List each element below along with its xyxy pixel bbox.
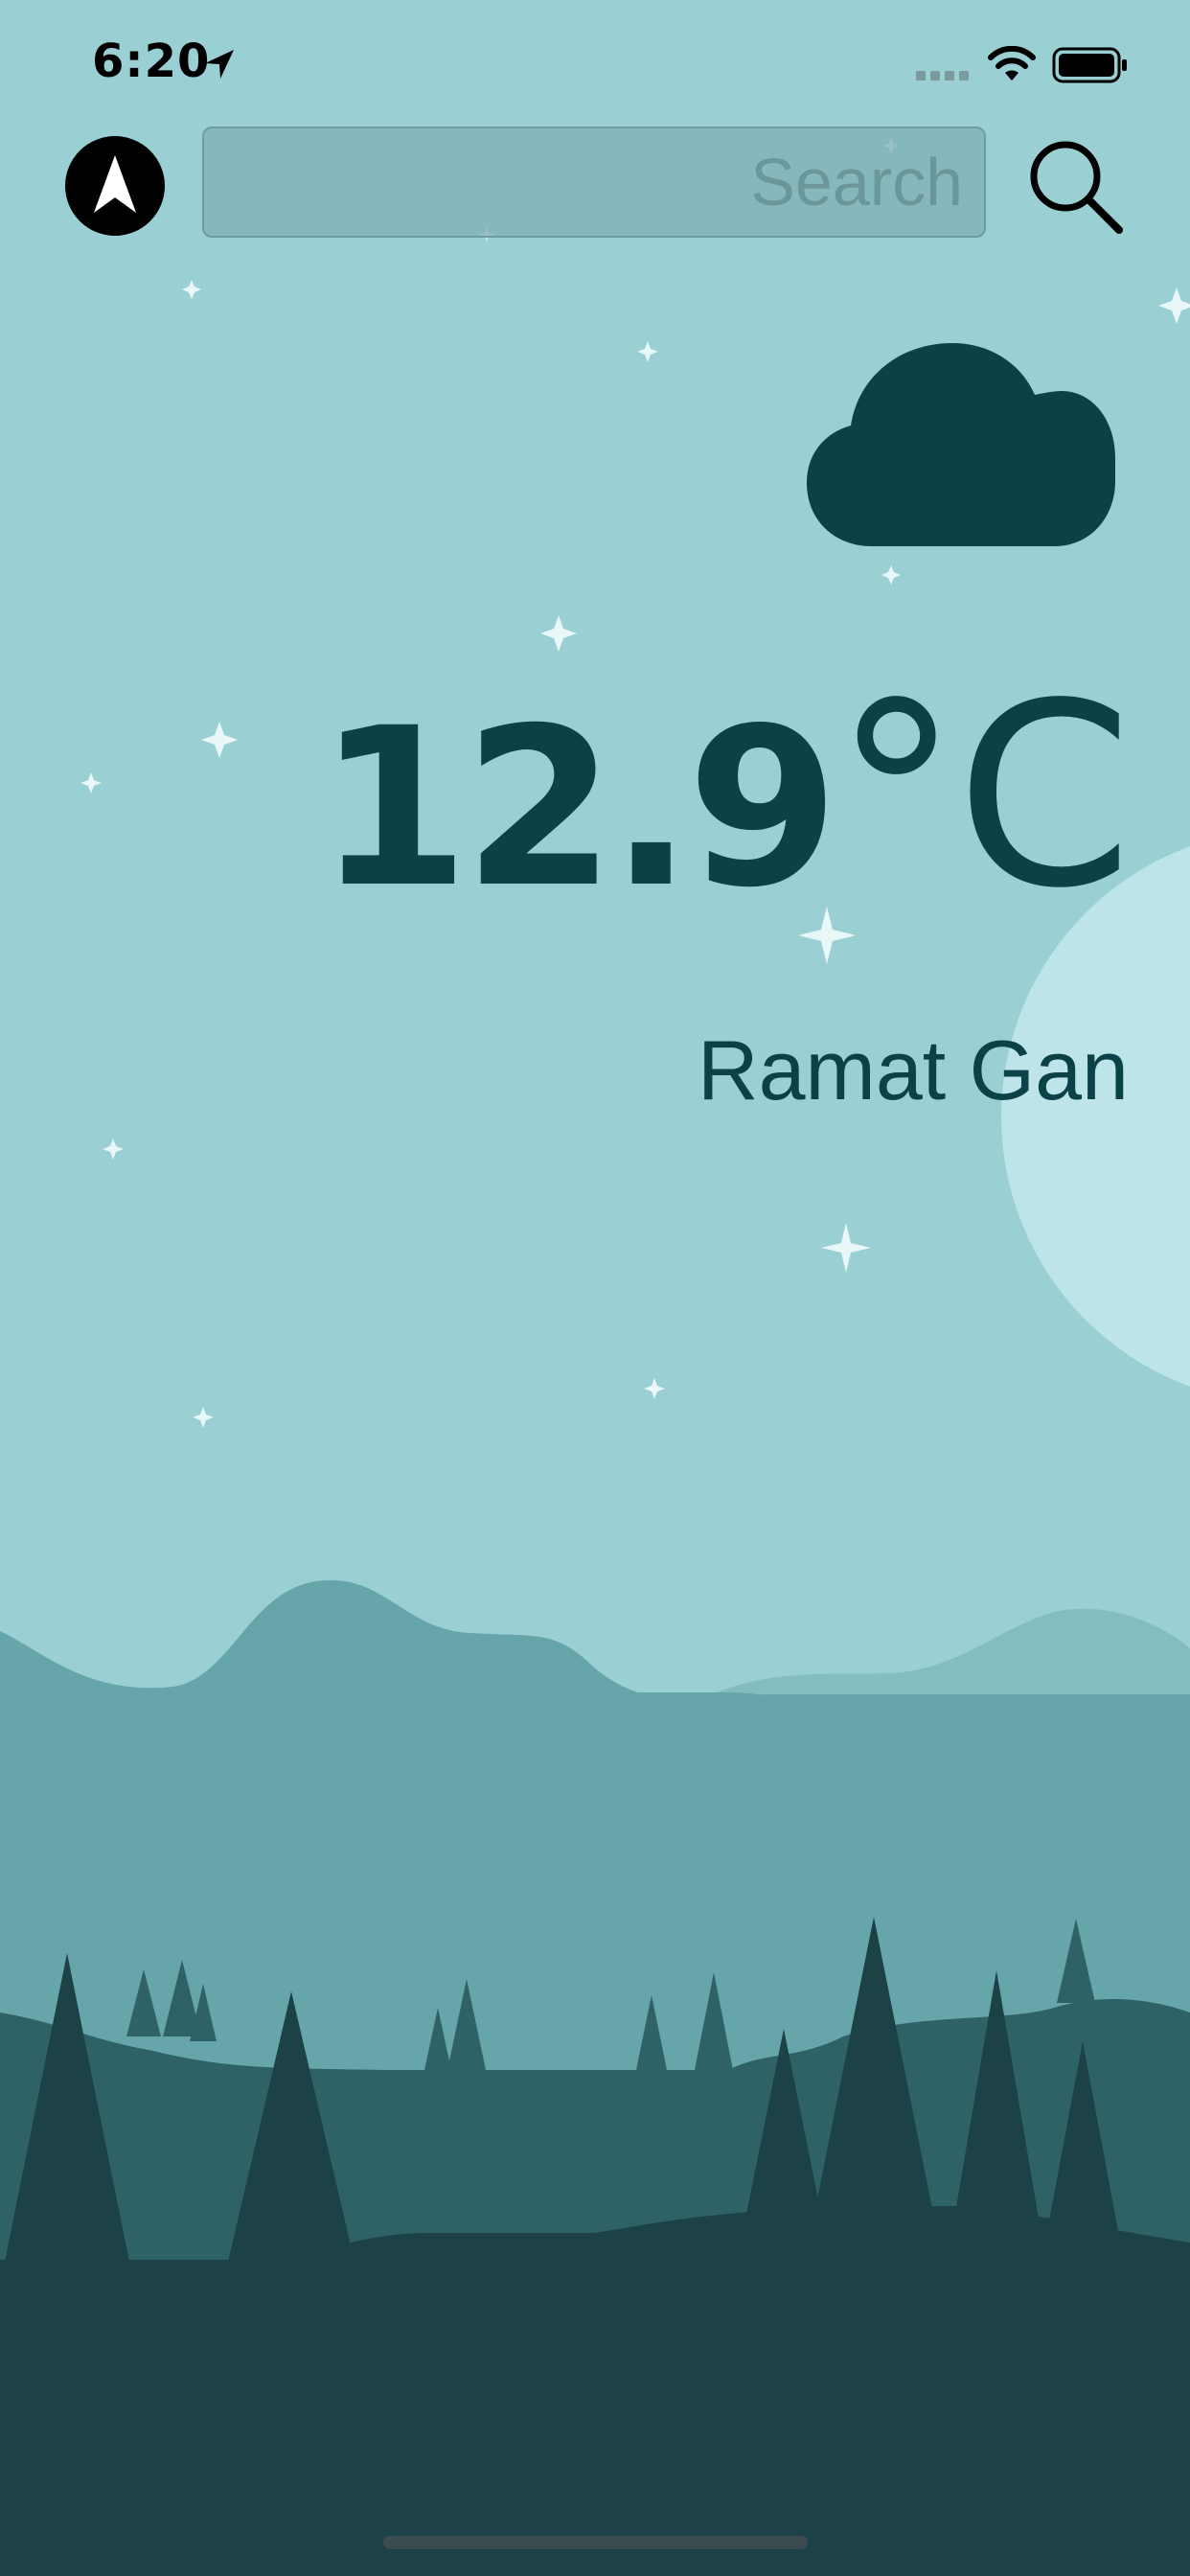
battery-icon xyxy=(1052,47,1127,83)
weather-screen: 6:20 Search 12.9°C Ramat Gan xyxy=(0,0,1190,2576)
search-button[interactable] xyxy=(1023,134,1129,240)
location-arrow-icon xyxy=(205,50,234,79)
status-bar: 6:20 xyxy=(0,0,1190,125)
search-input[interactable] xyxy=(202,126,986,238)
temperature-value: 12.9 xyxy=(317,680,839,935)
current-location-button[interactable] xyxy=(65,136,165,236)
magnifier-icon xyxy=(1030,141,1123,234)
temperature-display: 12.9°C xyxy=(317,671,1133,924)
signal-icon xyxy=(916,71,969,80)
cloud-icon xyxy=(807,343,1115,546)
home-indicator[interactable] xyxy=(383,2536,808,2549)
status-time: 6:20 xyxy=(92,34,211,88)
navigation-arrow-icon xyxy=(94,155,136,213)
wifi-icon xyxy=(988,46,1036,80)
city-name: Ramat Gan xyxy=(698,1023,1129,1117)
temperature-unit: °C xyxy=(833,650,1133,944)
